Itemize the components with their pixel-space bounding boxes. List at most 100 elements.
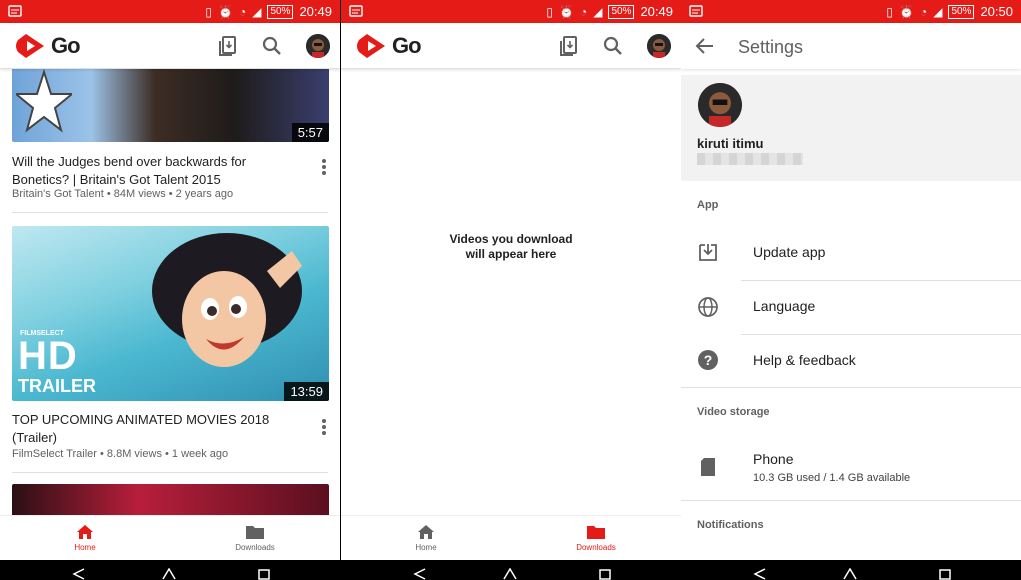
video-thumbnail[interactable]: 5:57 (12, 69, 329, 142)
avatar[interactable] (306, 34, 330, 58)
logo-text: Go (51, 33, 81, 58)
update-app-icon (699, 244, 717, 261)
empty-state-message: Videos you download will appear here (341, 232, 681, 262)
youtube-play-logo-icon (16, 34, 44, 58)
youtube-go-logo[interactable]: Go (14, 33, 81, 59)
back-nav-icon[interactable] (72, 568, 86, 580)
downloads-icon[interactable] (557, 34, 581, 58)
profile-card[interactable]: kiruti itimu (681, 75, 1021, 181)
recents-nav-icon[interactable] (598, 568, 612, 580)
settings-screen: ▯ ⏰ ◔ ◢ 50% 20:50 Settings kiruti itimu … (681, 0, 1021, 580)
recents-nav-icon[interactable] (257, 568, 271, 580)
video-thumbnail[interactable] (12, 484, 329, 515)
more-options-icon[interactable] (322, 419, 326, 437)
video-title[interactable]: Will the Judges bend over backwards for … (12, 153, 302, 189)
divider (681, 500, 1021, 501)
setting-update-app[interactable]: Update app (753, 244, 825, 260)
notification-icon (689, 5, 703, 17)
storage-usage-text: 10.3 GB used / 1.4 GB available (753, 472, 911, 484)
alarm-icon: ⏰ (559, 4, 574, 19)
status-bar: ▯ ⏰ ◔ ◢ 50% 20:49 (0, 0, 340, 23)
status-bar: ▯ ⏰ ◔ ◢ 50% 20:49 (341, 0, 681, 23)
folder-icon (587, 526, 605, 539)
video-meta: Britain's Got Talent • 84M views • 2 yea… (12, 188, 234, 200)
section-label-notifications: Notifications (697, 519, 764, 531)
help-icon: ? (698, 350, 718, 370)
search-icon[interactable] (260, 34, 284, 58)
video-duration: 5:57 (291, 123, 329, 142)
thumb-hd-text: HD (18, 334, 78, 378)
home-screen: ▯ ⏰ ◔ ◢ 50% 20:49 Go 5:57 Will the Judge… (0, 0, 340, 580)
video-feed[interactable]: 5:57 Will the Judges bend over backwards… (0, 69, 340, 515)
youtube-go-logo[interactable]: Go (355, 33, 422, 59)
nav-downloads[interactable]: Downloads (170, 516, 340, 560)
downloads-icon[interactable] (216, 34, 240, 58)
app-bar: Go (0, 23, 340, 69)
cartoon-character-image (152, 233, 302, 367)
alarm-icon: ⏰ (899, 4, 914, 19)
home-icon (77, 525, 93, 539)
avatar (698, 83, 742, 127)
status-bar: ▯ ⏰ ◔ ◢ 50% 20:50 (681, 0, 1021, 23)
system-nav-bar (0, 560, 340, 580)
clock: 20:49 (299, 4, 332, 19)
empty-state-line2: will appear here (465, 247, 557, 261)
divider (741, 280, 1021, 281)
folder-icon (246, 526, 264, 539)
profile-email-redacted (697, 153, 803, 165)
bottom-nav: Home Downloads (341, 515, 681, 560)
home-icon (418, 525, 434, 539)
home-nav-icon[interactable] (503, 568, 517, 580)
battery-indicator: 50% (267, 4, 294, 19)
setting-storage-phone[interactable]: Phone (753, 451, 793, 467)
nav-home-label: Home (74, 543, 96, 552)
signal-icon: ◢ (252, 4, 262, 19)
vibrate-icon: ▯ (886, 4, 893, 19)
divider (681, 387, 1021, 388)
divider (12, 472, 328, 473)
downloads-screen: ▯ ⏰ ◔ ◢ 50% 20:49 Go Videos you download… (341, 0, 681, 580)
settings-app-bar: Settings (681, 23, 1021, 69)
home-nav-icon[interactable] (843, 568, 857, 580)
logo-text: Go (392, 33, 422, 58)
video-meta: FilmSelect Trailer • 8.8M views • 1 week… (12, 448, 229, 460)
youtube-play-logo-icon (357, 34, 385, 58)
app-bar: Go (341, 23, 681, 69)
signal-icon: ◢ (933, 4, 943, 19)
wifi-icon: ◔ (919, 4, 928, 19)
globe-icon (698, 297, 718, 317)
divider (12, 212, 328, 213)
nav-downloads-label: Downloads (235, 543, 275, 552)
more-options-icon[interactable] (322, 159, 326, 177)
section-label-app: App (697, 199, 719, 211)
home-nav-icon[interactable] (162, 568, 176, 580)
video-duration: 13:59 (284, 382, 329, 401)
back-nav-icon[interactable] (753, 568, 767, 580)
clock: 20:50 (980, 4, 1013, 19)
system-nav-bar (341, 560, 681, 580)
nav-home[interactable]: Home (0, 516, 170, 560)
svg-text:?: ? (704, 352, 713, 368)
nav-home-label: Home (415, 543, 437, 552)
clock: 20:49 (640, 4, 673, 19)
section-label-video-storage: Video storage (697, 406, 770, 418)
battery-indicator: 50% (948, 4, 975, 19)
nav-downloads[interactable]: Downloads (511, 516, 681, 560)
profile-name: kiruti itimu (697, 136, 764, 151)
bottom-nav: Home Downloads (0, 515, 340, 560)
thumb-trailer-text: TRAILER (18, 376, 96, 396)
page-title: Settings (738, 37, 804, 57)
setting-help-feedback[interactable]: Help & feedback (753, 352, 856, 368)
video-thumbnail[interactable]: FILMSELECT HD TRAILER 13:59 (12, 226, 329, 401)
notification-icon (8, 5, 22, 17)
setting-language[interactable]: Language (753, 298, 815, 314)
video-title[interactable]: TOP UPCOMING ANIMATED MOVIES 2018 (Trail… (12, 411, 302, 447)
system-nav-bar (681, 560, 1021, 580)
recents-nav-icon[interactable] (938, 568, 952, 580)
avatar[interactable] (647, 34, 671, 58)
notification-icon (349, 5, 363, 17)
arrow-back-icon[interactable] (695, 36, 715, 56)
nav-home[interactable]: Home (341, 516, 511, 560)
search-icon[interactable] (601, 34, 625, 58)
back-nav-icon[interactable] (413, 568, 427, 580)
